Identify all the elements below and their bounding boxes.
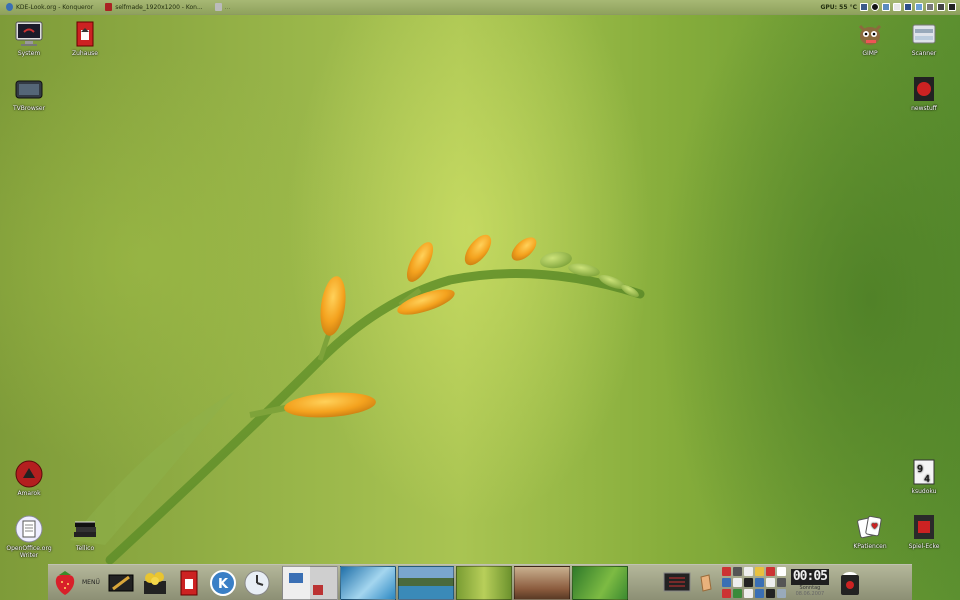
desktop-icon-zuhause[interactable]: Zuhause — [63, 20, 107, 57]
svg-text:4: 4 — [924, 474, 930, 485]
launcher-konqueror[interactable]: K — [208, 568, 238, 598]
launcher-home[interactable] — [174, 568, 204, 598]
tray-icon[interactable] — [732, 588, 742, 598]
svg-text:9: 9 — [917, 464, 923, 475]
document-icon — [15, 515, 43, 543]
window-icon — [312, 584, 323, 595]
desktop-icon-gimp[interactable]: GIMP — [848, 20, 892, 57]
system-tray-grid — [721, 566, 787, 599]
tray-icon[interactable] — [732, 566, 742, 576]
tablet-pen-icon — [108, 574, 134, 591]
icon-label: Spiel-Ecke — [908, 543, 940, 550]
amarok-wolf-icon — [15, 460, 43, 488]
newstuff-icon — [910, 75, 938, 103]
desktop-icon-amarok[interactable]: Amarok — [7, 460, 51, 497]
launcher-packages[interactable] — [140, 568, 170, 598]
tray-icon[interactable] — [721, 588, 731, 598]
icon-label: Zuhause — [71, 50, 98, 57]
icon-label: System — [17, 50, 41, 57]
desktop-icon-tvbrowser[interactable]: TVBrowser — [7, 75, 51, 112]
kmenu-button[interactable] — [50, 568, 80, 598]
trash-button[interactable] — [835, 568, 865, 598]
window-icon — [288, 572, 303, 583]
tray-icon[interactable] — [776, 577, 786, 587]
package-icon — [143, 571, 166, 594]
flower-bud — [540, 251, 572, 269]
bottom-panel: MENÜ K 00:05 Sonntag 08.06.2007 — [48, 564, 912, 600]
tray-icon[interactable] — [765, 588, 775, 598]
flower-bud — [320, 276, 346, 336]
gimp-icon — [856, 20, 884, 48]
icon-label: ksudoku — [911, 488, 937, 495]
clock-time: 00:05 — [790, 568, 829, 585]
desktop-icon-ksudoku[interactable]: 94 ksudoku — [902, 458, 946, 495]
tray-icon[interactable] — [776, 566, 786, 576]
icon-label: newstuff — [911, 105, 937, 112]
tray-icon[interactable] — [721, 566, 731, 576]
clock-date: 08.06.2007 — [795, 590, 825, 597]
tray-icon[interactable] — [732, 577, 742, 587]
kde-icon: K — [209, 569, 236, 596]
icon-label: Tellico — [75, 545, 95, 552]
books-icon — [71, 515, 99, 543]
clock-icon — [244, 570, 270, 595]
home-icon — [180, 570, 198, 595]
scanner-icon — [910, 20, 938, 48]
launcher-clock-app[interactable] — [242, 568, 272, 598]
strawberry-icon — [55, 570, 75, 595]
desktop-icon-newstuff[interactable]: newstuff — [902, 75, 946, 112]
launcher-notes[interactable] — [696, 568, 716, 598]
pager-desktop-1[interactable] — [281, 565, 338, 600]
digital-clock[interactable]: 00:05 Sonntag 08.06.2007 — [790, 568, 829, 597]
pager-desktop-6[interactable] — [571, 565, 628, 600]
desktop-icon-tellico[interactable]: Tellico — [63, 515, 107, 552]
icon-label: OpenOffice.org Writer — [6, 545, 52, 559]
playing-cards-icon: ♥ — [856, 513, 884, 541]
desktop-icon-kpatience[interactable]: ♥ KPatiencen — [848, 513, 892, 550]
sudoku-icon: 94 — [910, 458, 938, 486]
tray-icon[interactable] — [754, 566, 764, 576]
flower-bud — [511, 237, 537, 261]
tray-icon[interactable] — [765, 577, 775, 587]
games-folder-icon — [910, 513, 938, 541]
tray-icon[interactable] — [743, 566, 753, 576]
svg-text:♥: ♥ — [871, 522, 878, 531]
desktop-icon-spiel-ecke[interactable]: Spiel-Ecke — [902, 513, 946, 550]
tray-icon[interactable] — [721, 577, 731, 587]
home-icon — [71, 20, 99, 48]
svg-text:K: K — [218, 577, 229, 592]
icon-label: KPatiencen — [853, 543, 887, 550]
monitor-icon — [15, 20, 43, 48]
monitor-icon — [663, 572, 691, 591]
flower-bud — [464, 234, 492, 266]
tray-icon[interactable] — [743, 588, 753, 598]
icon-label: Amarok — [17, 490, 41, 497]
tray-icon[interactable] — [765, 566, 775, 576]
launcher-monitor[interactable] — [662, 568, 692, 598]
flower-bud — [284, 392, 376, 418]
note-icon — [700, 573, 712, 592]
wallpaper-flower — [70, 234, 645, 565]
pager-desktop-3[interactable] — [397, 565, 454, 600]
desktop-icon-system[interactable]: System — [7, 20, 51, 57]
launcher-graphics-tablet[interactable] — [106, 568, 136, 598]
pager-desktop-5[interactable] — [513, 565, 570, 600]
trash-icon — [841, 571, 859, 595]
icon-label: GIMP — [862, 50, 878, 57]
tray-icon[interactable] — [776, 588, 786, 598]
desktop-pager — [281, 565, 628, 600]
flower-bud — [406, 242, 434, 282]
icon-label: TVBrowser — [12, 105, 46, 112]
desktop-icon-openoffice-writer[interactable]: OpenOffice.org Writer — [6, 515, 52, 559]
icon-label: Scanner — [911, 50, 937, 57]
tray-icon[interactable] — [743, 577, 753, 587]
pager-desktop-4[interactable] — [455, 565, 512, 600]
desktop-icon-scanner[interactable]: Scanner — [902, 20, 946, 57]
tv-icon — [15, 75, 43, 103]
menu-label[interactable]: MENÜ — [82, 579, 100, 586]
tray-icon[interactable] — [754, 588, 764, 598]
tray-icon[interactable] — [754, 577, 764, 587]
pager-desktop-2[interactable] — [339, 565, 396, 600]
